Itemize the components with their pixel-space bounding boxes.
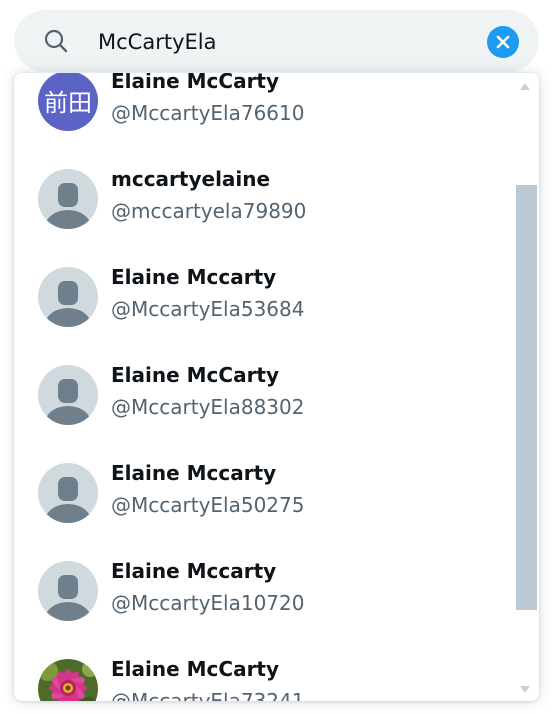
- result-name: Elaine McCarty: [111, 363, 280, 387]
- result-item[interactable]: Elaine Mccarty @MccartyEla50275: [14, 443, 514, 541]
- search-icon: [42, 27, 70, 55]
- clear-search-button[interactable]: [487, 26, 519, 58]
- search-input[interactable]: [98, 20, 468, 64]
- result-name: Elaine McCarty: [111, 73, 280, 93]
- flower-photo-avatar: [38, 659, 98, 701]
- result-name: mccartyelaine: [111, 167, 271, 191]
- default-avatar: [38, 463, 98, 523]
- result-name: Elaine McCarty: [111, 657, 280, 681]
- triangle-up-icon[interactable]: [520, 83, 530, 90]
- scrollbar-thumb[interactable]: [516, 185, 537, 610]
- result-item[interactable]: mccartyelaine @mccartyela79890: [14, 149, 514, 247]
- result-item[interactable]: 前田 Elaine McCarty @MccartyEla76610: [14, 73, 514, 149]
- close-icon: [495, 34, 511, 50]
- default-avatar: [38, 169, 98, 229]
- avatar-text: 前田: [44, 89, 92, 117]
- result-handle: @MccartyEla10720: [111, 591, 305, 615]
- triangle-down-icon[interactable]: [520, 686, 530, 693]
- result-handle: @MccartyEla76610: [111, 101, 305, 125]
- search-page: 前田 Elaine McCarty @MccartyEla76610 mccar…: [0, 0, 553, 714]
- result-name: Elaine Mccarty: [111, 461, 277, 485]
- avatar: 前田: [38, 73, 98, 131]
- results-list: 前田 Elaine McCarty @MccartyEla76610 mccar…: [14, 73, 514, 701]
- top-strip: [0, 0, 553, 8]
- default-avatar: [38, 365, 98, 425]
- result-name: Elaine Mccarty: [111, 559, 277, 583]
- default-avatar: [38, 267, 98, 327]
- result-handle: @MccartyEla53684: [111, 297, 305, 321]
- result-item[interactable]: Elaine McCarty @MccartyEla88302: [14, 345, 514, 443]
- default-avatar: [38, 561, 98, 621]
- result-handle: @MccartyEla50275: [111, 493, 305, 517]
- result-item[interactable]: Elaine McCarty @MccartyEla73241: [14, 639, 514, 701]
- result-handle: @MccartyEla73241: [111, 689, 305, 701]
- result-item[interactable]: Elaine Mccarty @MccartyEla10720: [14, 541, 514, 639]
- result-item[interactable]: Elaine Mccarty @MccartyEla53684: [14, 247, 514, 345]
- search-results-dropdown: 前田 Elaine McCarty @MccartyEla76610 mccar…: [14, 73, 539, 701]
- result-name: Elaine Mccarty: [111, 265, 277, 289]
- result-handle: @MccartyEla88302: [111, 395, 305, 419]
- result-handle: @mccartyela79890: [111, 199, 307, 223]
